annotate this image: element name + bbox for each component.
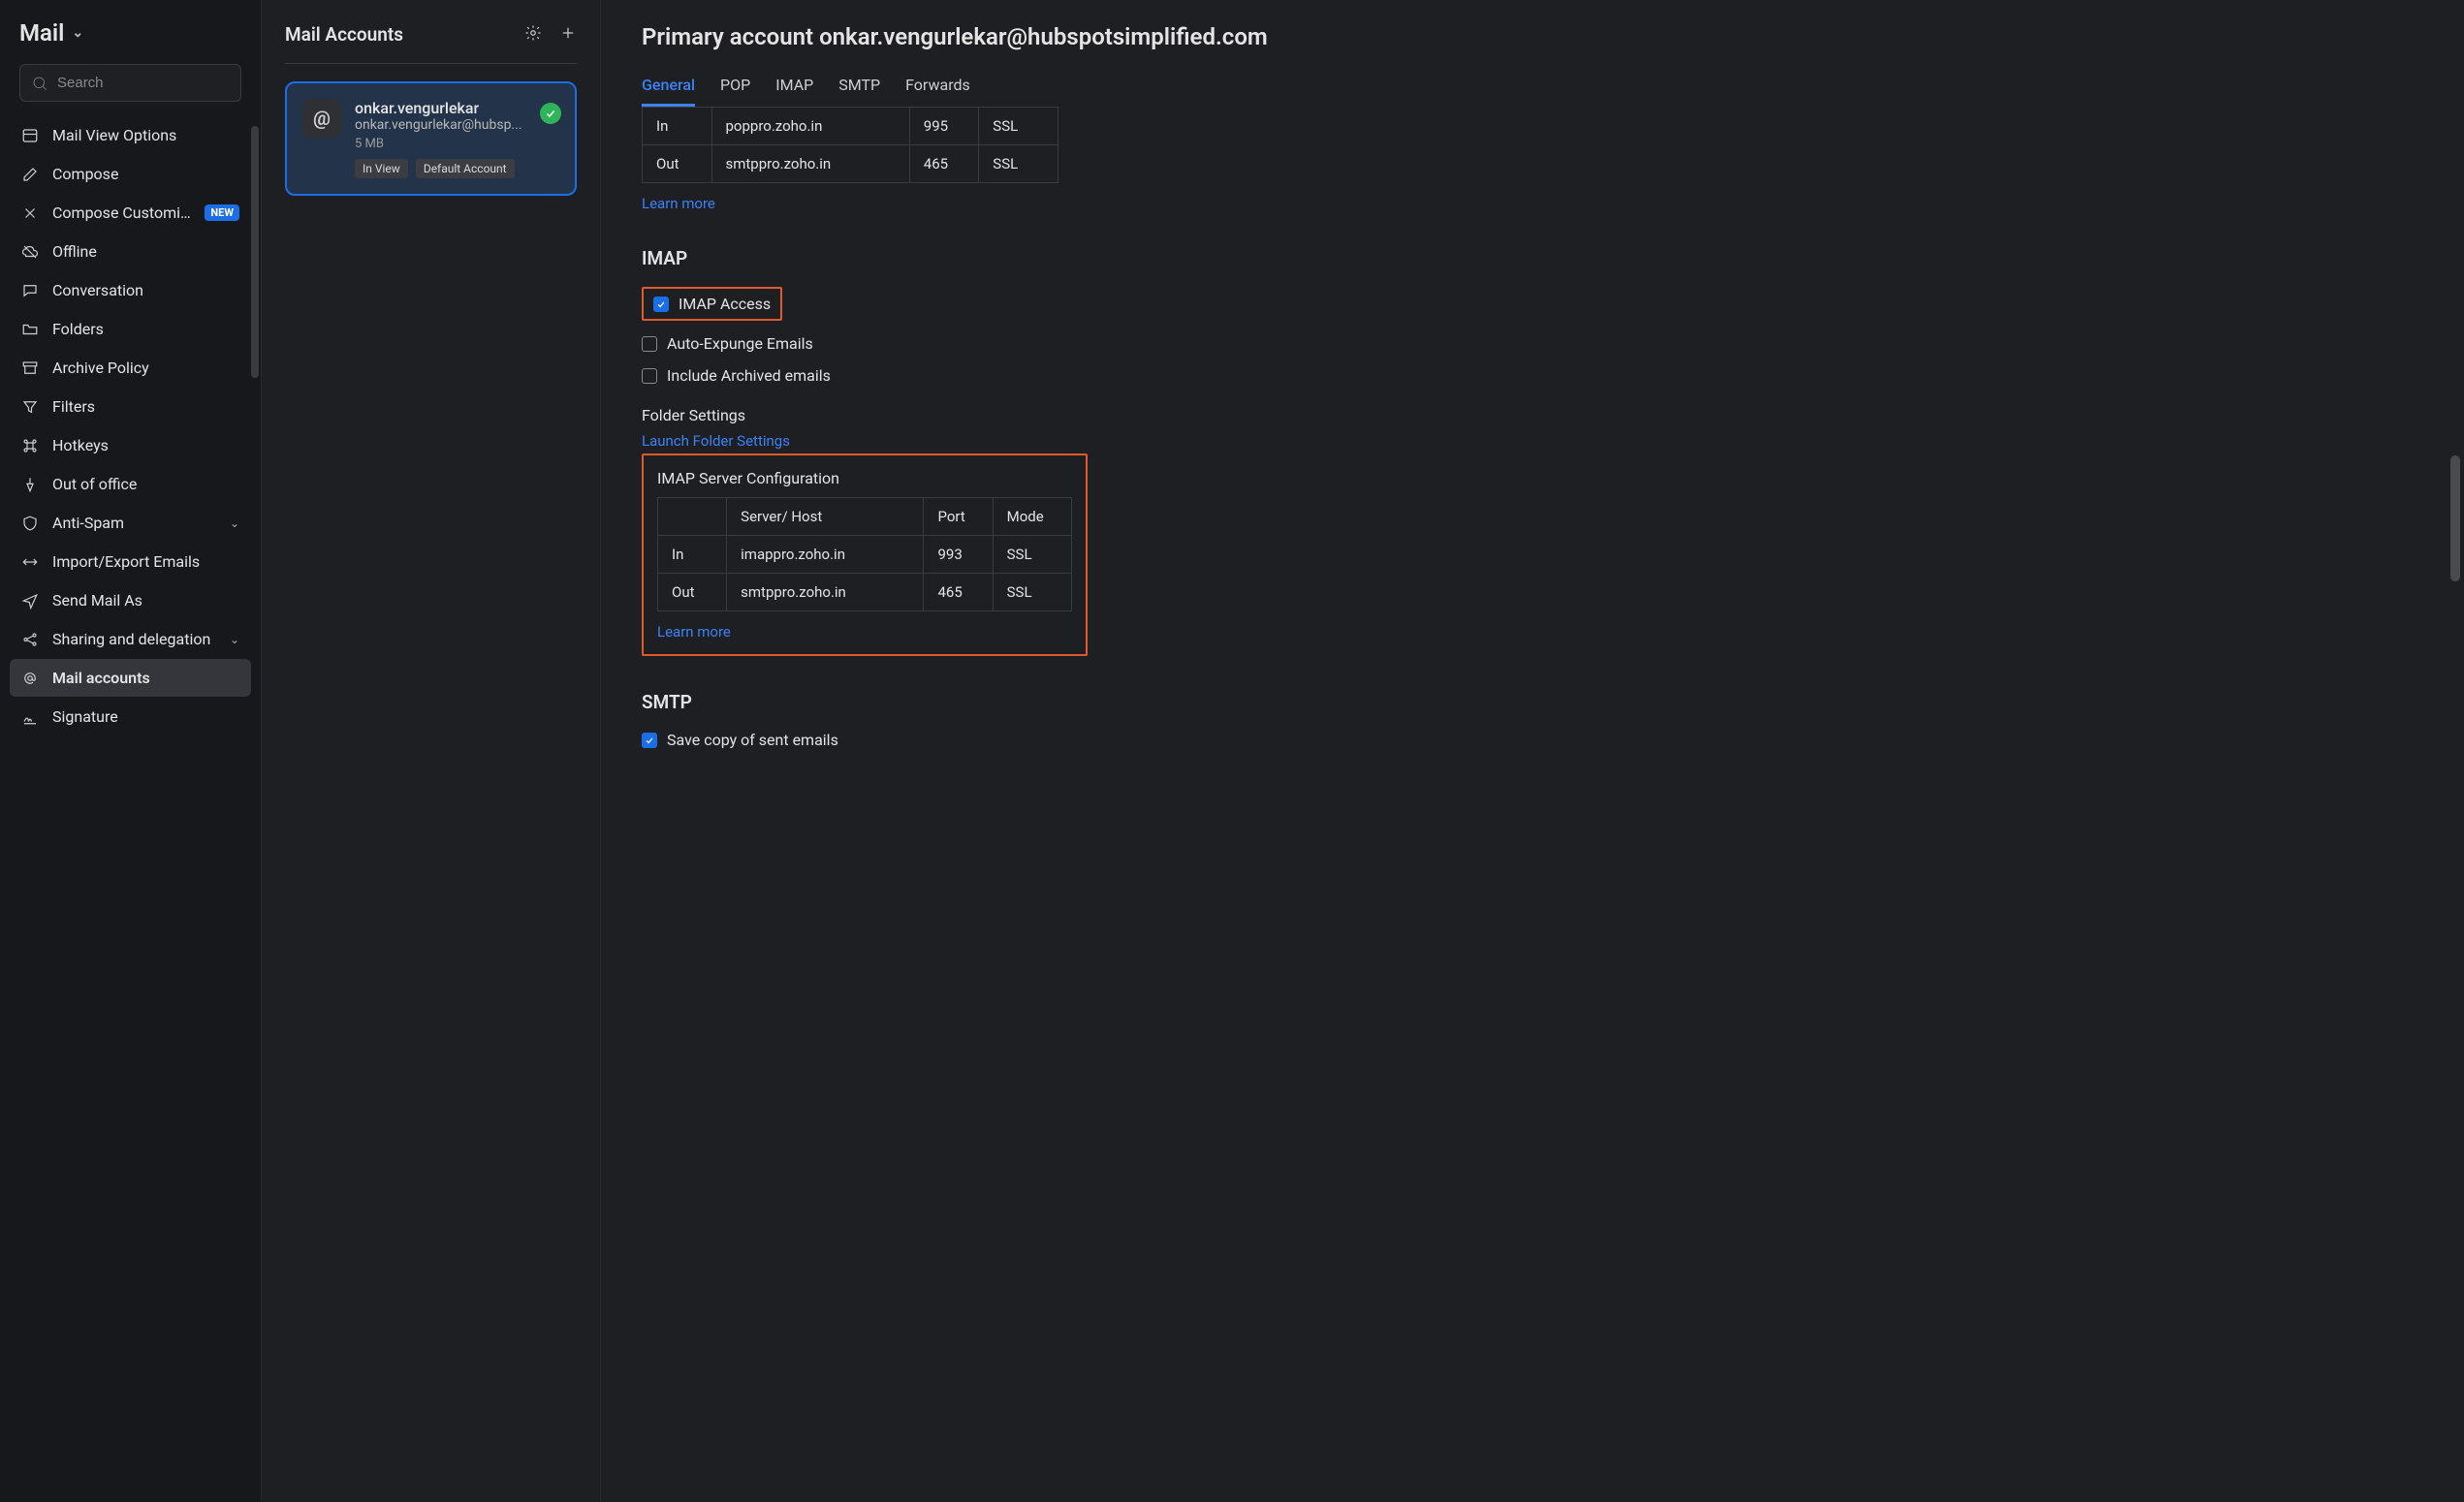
signature-icon [21,708,39,726]
highlight-imap-access: IMAP Access [642,287,782,321]
chat-icon [21,282,39,299]
account-card[interactable]: @ onkar.vengurlekar onkar.vengurlekar@hu… [285,81,577,196]
pop-learn-more-link[interactable]: Learn more [642,195,715,212]
nav-conversation[interactable]: Conversation [10,271,251,309]
send-icon [21,592,39,610]
nav-folders[interactable]: Folders [10,310,251,348]
app-name: Mail [19,19,64,47]
tab-imap[interactable]: IMAP [775,76,813,106]
nav-signature[interactable]: Signature [10,698,251,735]
table-header-row: Server/ Host Port Mode [658,498,1072,536]
swap-icon [21,553,39,571]
nav-import-export[interactable]: Import/Export Emails [10,543,251,580]
launch-folder-settings-link[interactable]: Launch Folder Settings [642,432,790,450]
cloud-off-icon [21,243,39,261]
nav-mail-accounts[interactable]: Mail accounts [10,659,251,697]
tab-smtp[interactable]: SMTP [838,76,880,106]
tab-pop[interactable]: POP [720,76,750,106]
chevron-down-icon: ⌄ [72,25,83,41]
account-avatar: @ [302,99,341,138]
nav-filters[interactable]: Filters [10,388,251,425]
share-icon [21,631,39,648]
layout-icon [21,127,39,144]
table-row: In imappro.zoho.in 993 SSL [658,536,1072,574]
imap-config-table: Server/ Host Port Mode In imappro.zoho.i… [657,497,1072,611]
funnel-icon [21,398,39,416]
search-icon [31,75,48,92]
table-row: In poppro.zoho.in 995 SSL [643,108,1058,145]
accounts-title: Mail Accounts [285,23,403,46]
folder-icon [21,321,39,338]
plus-icon [559,24,577,42]
account-name: onkar.vengurlekar [355,99,559,117]
imap-learn-more-link[interactable]: Learn more [657,623,731,641]
chevron-down-icon: ⌄ [230,516,239,530]
tab-general[interactable]: General [642,76,695,106]
search-wrap [19,64,241,102]
tools-icon [21,204,39,222]
pop-config-table: In poppro.zoho.in 995 SSL Out smtppro.zo… [642,107,1058,183]
save-copy-label: Save copy of sent emails [667,731,838,749]
settings-nav: Mail View Options Compose Compose Custom… [10,115,251,736]
smtp-heading: SMTP [642,691,2423,713]
add-account-button[interactable] [559,24,577,46]
search-input[interactable] [19,64,241,102]
account-email: onkar.vengurlekar@hubsp... [355,117,529,133]
accounts-pane: Mail Accounts @ onkar.vengurlekar onkar.… [262,0,601,1502]
account-tag-in-view: In View [355,159,408,178]
table-row: Out smtppro.zoho.in 465 SSL [658,574,1072,611]
nav-compose-customization[interactable]: Compose Customi... NEW [10,194,251,232]
archive-icon [21,360,39,377]
account-size: 5 MB [355,137,559,151]
detail-tabs: General POP IMAP SMTP Forwards [642,76,2423,107]
account-detail-pane: Primary account onkar.vengurlekar@hubspo… [601,0,2464,1502]
nav-anti-spam[interactable]: Anti-Spam ⌄ [10,504,251,542]
include-archived-checkbox[interactable] [642,368,657,384]
gear-icon [524,24,542,42]
nav-offline[interactable]: Offline [10,233,251,270]
account-verified-icon [540,103,561,124]
nav-send-mail-as[interactable]: Send Mail As [10,581,251,619]
edit-icon [21,166,39,183]
imap-server-config-label: IMAP Server Configuration [657,469,1072,487]
chevron-down-icon: ⌄ [230,633,239,646]
account-tag-default: Default Account [416,159,515,178]
nav-out-of-office[interactable]: Out of office [10,465,251,503]
tab-forwards[interactable]: Forwards [905,76,970,106]
nav-archive-policy[interactable]: Archive Policy [10,349,251,387]
imap-access-label: IMAP Access [679,295,771,313]
shield-icon [21,515,39,532]
command-icon [21,437,39,454]
accounts-settings-button[interactable] [524,24,542,46]
auto-expunge-label: Auto-Expunge Emails [667,334,813,353]
save-copy-checkbox[interactable] [642,733,657,748]
table-row: Out smtppro.zoho.in 465 SSL [643,145,1058,183]
new-badge: NEW [205,204,239,221]
include-archived-label: Include Archived emails [667,366,831,385]
nav-mail-view-options[interactable]: Mail View Options [10,116,251,154]
nav-sharing-delegation[interactable]: Sharing and delegation ⌄ [10,620,251,658]
settings-sidebar: Mail ⌄ Mail View Options Compose Compose… [0,0,262,1502]
imap-access-checkbox[interactable] [653,297,669,312]
auto-expunge-checkbox[interactable] [642,336,657,352]
main-scrollbar[interactable] [2450,455,2460,581]
nav-compose[interactable]: Compose [10,155,251,193]
folder-settings-label: Folder Settings [642,406,2423,424]
highlight-imap-server-config: IMAP Server Configuration Server/ Host P… [642,454,1088,656]
at-icon [21,670,39,687]
page-title: Primary account onkar.vengurlekar@hubspo… [642,23,2423,50]
nav-hotkeys[interactable]: Hotkeys [10,426,251,464]
imap-heading: IMAP [642,247,2423,269]
pin-icon [21,476,39,493]
sidebar-scrollbar[interactable] [251,126,259,378]
app-switcher[interactable]: Mail ⌄ [10,19,251,64]
